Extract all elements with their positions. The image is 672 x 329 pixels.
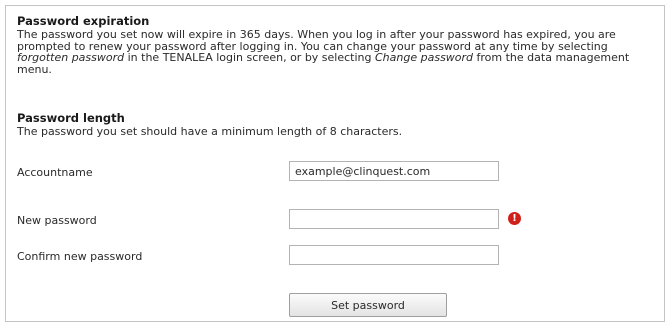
password-length-section: Password length The password you set sho… — [17, 112, 656, 138]
password-length-heading: Password length — [17, 111, 125, 125]
accountname-field[interactable] — [289, 161, 499, 181]
set-password-button[interactable]: Set password — [289, 293, 447, 317]
error-icon: ! — [508, 212, 521, 225]
password-expiration-heading: Password expiration — [17, 14, 150, 28]
expiration-text-part-2: in the TENALEA login screen, or by selec… — [124, 51, 375, 64]
password-expiration-section: Password expiration The password you set… — [17, 15, 656, 75]
password-length-text: The password you set should have a minim… — [17, 125, 403, 138]
new-password-label: New password — [17, 214, 97, 227]
change-password-reference: Change password — [375, 51, 474, 64]
confirm-password-field[interactable] — [289, 245, 499, 265]
confirm-password-label: Confirm new password — [17, 250, 143, 263]
password-settings-panel: Password expiration The password you set… — [5, 5, 665, 322]
expiration-text-part-1: The password you set now will expire in … — [17, 28, 616, 53]
new-password-field[interactable] — [289, 209, 499, 229]
accountname-label: Accountname — [17, 166, 93, 179]
password-expiration-text: The password you set now will expire in … — [17, 29, 656, 75]
